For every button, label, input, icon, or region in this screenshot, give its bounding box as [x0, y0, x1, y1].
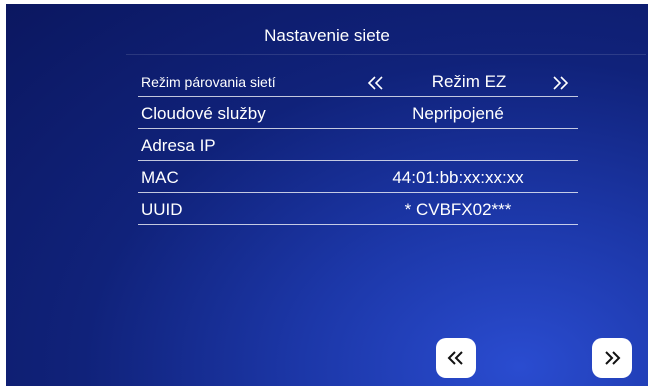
double-chevron-right-icon	[553, 76, 569, 90]
ip-address-label: Adresa IP	[141, 136, 216, 155]
pairing-mode-value: Režim EZ	[431, 72, 507, 91]
title-divider	[126, 54, 646, 55]
next-page-button[interactable]	[592, 338, 632, 378]
double-chevron-right-icon	[605, 351, 621, 365]
previous-page-button[interactable]	[436, 338, 476, 378]
row-cloud-services[interactable]: Cloudové služby Nepripojené	[138, 96, 578, 129]
uuid-label: UUID	[141, 200, 183, 219]
uuid-value: * CVBFX02***	[404, 200, 512, 219]
mac-value: 44:01:bb:xx:xx:xx	[392, 168, 524, 187]
page-title: Nastavenie siete	[264, 26, 390, 45]
pairing-mode-next-button[interactable]	[550, 75, 570, 91]
row-mac: MAC 44:01:bb:xx:xx:xx	[138, 160, 578, 193]
network-settings-screen: Nastavenie siete Režim párovania sietí R…	[6, 4, 648, 386]
double-chevron-left-icon	[367, 76, 383, 90]
row-pairing-mode: Režim párovania sietí Režim EZ	[138, 64, 578, 97]
mac-label: MAC	[141, 168, 179, 187]
pairing-mode-prev-button[interactable]	[366, 75, 386, 91]
row-ip-address[interactable]: Adresa IP	[138, 128, 578, 161]
row-uuid: UUID * CVBFX02***	[138, 192, 578, 225]
cloud-services-label: Cloudové služby	[141, 104, 266, 123]
cloud-services-value: Nepripojené	[412, 104, 504, 123]
pairing-mode-label: Režim párovania sietí	[141, 74, 276, 90]
double-chevron-left-icon	[447, 351, 463, 365]
